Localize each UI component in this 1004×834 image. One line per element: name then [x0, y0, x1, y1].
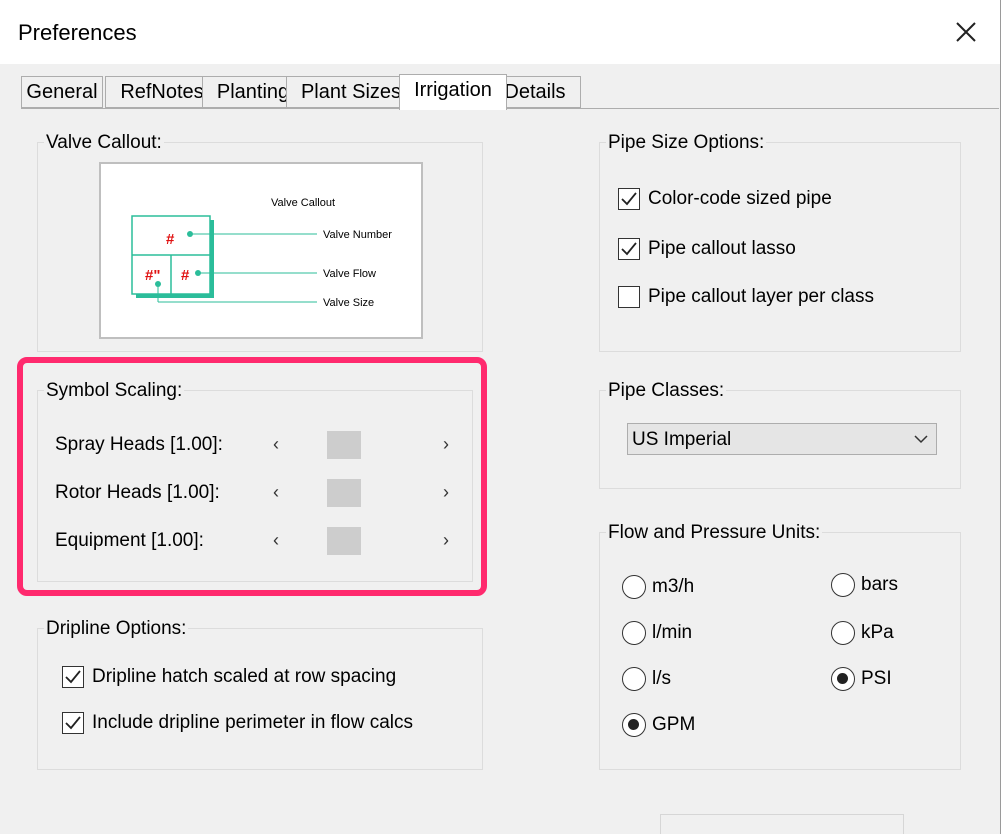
color-code-pipe-label: Color-code sized pipe — [648, 188, 832, 209]
equipment-label: Equipment [1.00]: — [55, 530, 204, 551]
window-title: Preferences — [18, 20, 137, 45]
pipe-classes-legend: Pipe Classes: — [606, 380, 727, 402]
rotor-heads-increase[interactable]: › — [430, 479, 462, 507]
symbol-scaling-legend: Symbol Scaling: — [44, 380, 185, 402]
preview-hash-number: # — [166, 231, 175, 248]
spray-heads-decrease[interactable]: ‹ — [260, 431, 292, 459]
unit-bars-radio[interactable] — [831, 573, 855, 597]
dripline-options-legend: Dripline Options: — [44, 618, 189, 640]
preferences-dialog: Preferences General RefNotes Planting Pl… — [0, 0, 1001, 834]
pipe-classes-value: US Imperial — [632, 429, 732, 450]
unit-ls-label: l/s — [652, 668, 671, 689]
equipment-increase[interactable]: › — [430, 527, 462, 555]
close-button[interactable] — [940, 12, 992, 52]
dripline-perimeter-checkbox[interactable] — [62, 712, 84, 734]
flow-pressure-units-legend: Flow and Pressure Units: — [606, 522, 823, 544]
radio-selected-dot — [837, 673, 848, 684]
rotor-heads-label: Rotor Heads [1.00]: — [55, 482, 220, 503]
equipment-decrease[interactable]: ‹ — [260, 527, 292, 555]
pipe-callout-lasso-label: Pipe callout lasso — [648, 238, 796, 259]
unit-lmin-label: l/min — [652, 622, 693, 643]
unit-psi-label: PSI — [861, 668, 892, 689]
unit-kpa-radio[interactable] — [831, 621, 855, 645]
pipe-callout-layer-checkbox[interactable] — [618, 286, 640, 308]
equipment-slider-thumb[interactable] — [327, 527, 361, 555]
preview-valve-size: Valve Size — [323, 297, 374, 309]
unit-kpa-label: kPa — [861, 622, 894, 643]
valve-callout-diagram: Valve Callout # #" # Valve Number Valve … — [131, 197, 392, 309]
spray-heads-label: Spray Heads [1.00]: — [55, 434, 223, 455]
radio-selected-dot — [628, 719, 639, 730]
chevron-down-icon — [914, 435, 928, 444]
preview-valve-flow: Valve Flow — [323, 268, 376, 280]
dripline-options-group — [37, 628, 483, 770]
pipe-callout-lasso-checkbox[interactable] — [618, 238, 640, 260]
unit-gpm-radio[interactable] — [622, 713, 646, 737]
spray-heads-increase[interactable]: › — [430, 431, 462, 459]
unit-gpm-label: GPM — [652, 714, 696, 735]
pipe-classes-dropdown[interactable]: US Imperial — [627, 423, 937, 455]
checkmark-icon — [621, 242, 637, 256]
unit-m3h-label: m3/h — [652, 576, 695, 597]
unit-psi-radio[interactable] — [831, 667, 855, 691]
checkmark-icon — [65, 670, 81, 684]
close-icon — [956, 22, 976, 42]
unit-m3h-radio[interactable] — [622, 575, 646, 599]
preview-hash-flow: # — [181, 267, 190, 284]
tab-divider — [21, 108, 999, 109]
preview-valve-number: Valve Number — [323, 229, 392, 241]
pipe-callout-layer-label: Pipe callout layer per class — [648, 286, 874, 307]
dripline-perimeter-label: Include dripline perimeter in flow calcs — [92, 712, 414, 733]
pipe-size-options-legend: Pipe Size Options: — [606, 132, 767, 154]
unit-bars-label: bars — [861, 574, 898, 595]
tab-irrigation[interactable]: Irrigation — [399, 74, 507, 110]
tab-plant-sizes[interactable]: Plant Sizes — [286, 76, 416, 108]
unit-lmin-radio[interactable] — [622, 621, 646, 645]
rotor-heads-slider-thumb[interactable] — [327, 479, 361, 507]
dripline-hatch-checkbox[interactable] — [62, 666, 84, 688]
tab-general[interactable]: General — [21, 76, 103, 108]
unit-ls-radio[interactable] — [622, 667, 646, 691]
spray-heads-slider-thumb[interactable] — [327, 431, 361, 459]
dripline-hatch-label: Dripline hatch scaled at row spacing — [92, 666, 397, 687]
checkmark-icon — [621, 192, 637, 206]
partial-button-bottom[interactable] — [660, 814, 904, 834]
title-bar: Preferences — [0, 0, 1000, 64]
valve-callout-preview[interactable]: Valve Callout # #" # Valve Number Valve … — [99, 162, 423, 339]
valve-callout-legend: Valve Callout: — [44, 132, 164, 154]
color-code-pipe-checkbox[interactable] — [618, 188, 640, 210]
preview-title: Valve Callout — [271, 197, 335, 209]
checkmark-icon — [65, 716, 81, 730]
rotor-heads-decrease[interactable]: ‹ — [260, 479, 292, 507]
